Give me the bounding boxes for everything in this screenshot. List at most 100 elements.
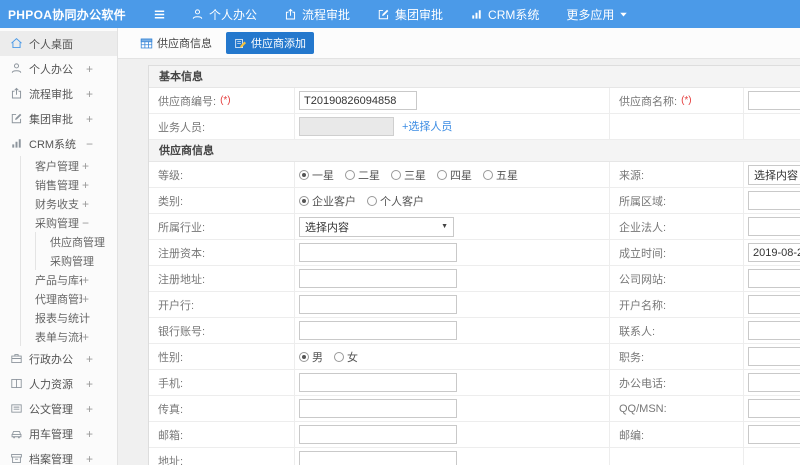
radio-icon[interactable] — [391, 169, 401, 180]
sidebar-item-reports-stats[interactable]: 报表与统计 — [21, 308, 117, 327]
level-option-3[interactable]: 四星 — [437, 167, 472, 183]
region-input[interactable] — [748, 191, 800, 211]
sidebar-item-label: CRM系统 — [29, 138, 77, 151]
expand-plus-icon[interactable]: + — [82, 330, 89, 344]
radio-icon[interactable] — [483, 169, 493, 180]
tab-supplier-info[interactable]: 供应商信息 — [132, 32, 220, 54]
nav-item-personal-office[interactable]: 个人办公 — [191, 6, 257, 23]
supplier-code-input[interactable] — [299, 91, 417, 111]
radio-icon[interactable] — [367, 195, 377, 206]
expand-plus-icon[interactable]: + — [86, 62, 93, 76]
collapse-minus-icon[interactable]: − — [86, 137, 93, 151]
qq-msn-input[interactable] — [748, 399, 800, 419]
company-website-input[interactable] — [748, 269, 800, 289]
fax-input[interactable] — [299, 399, 457, 419]
radio-icon[interactable] — [299, 351, 309, 362]
level-option-0[interactable]: 一星 — [299, 167, 334, 183]
expand-plus-icon[interactable]: + — [82, 197, 89, 211]
address-input[interactable] — [299, 451, 457, 465]
sidebar-item-archive-mgmt[interactable]: 档案管理 + — [0, 446, 117, 465]
hamburger-icon[interactable] — [152, 7, 167, 22]
sidebar-item-admin-office[interactable]: 行政办公 + — [0, 346, 117, 371]
category-field: 企业客户 个人客户 — [299, 193, 424, 209]
nav-item-more-apps[interactable]: 更多应用 — [566, 6, 628, 23]
bank-branch-input[interactable] — [299, 295, 457, 315]
sidebar-item-purchase-mgmt[interactable]: 采购管理 − — [21, 213, 117, 232]
founding-date-field — [748, 243, 800, 263]
sidebar-item-group-approval[interactable]: 集团审批 + — [0, 106, 117, 131]
expand-plus-icon[interactable]: + — [82, 178, 89, 192]
category-option-1[interactable]: 个人客户 — [367, 193, 424, 209]
radio-icon[interactable] — [345, 169, 355, 180]
level-option-1[interactable]: 二星 — [345, 167, 380, 183]
account-name-input[interactable] — [748, 295, 800, 315]
mobile-input[interactable] — [299, 373, 457, 393]
registered-capital-label-cell: 注册资本: — [149, 240, 294, 265]
bank-account-input[interactable] — [299, 321, 457, 341]
sidebar-item-crm-system[interactable]: CRM系统 − — [0, 131, 117, 156]
email-input[interactable] — [299, 425, 457, 445]
sales-person-picker-link[interactable]: +选择人员 — [402, 121, 452, 133]
expand-plus-icon[interactable]: + — [86, 112, 93, 126]
sales-person-input[interactable] — [299, 117, 394, 137]
industry-select[interactable]: 选择内容 ▼ — [299, 216, 454, 237]
sidebar-item-workflow-approval[interactable]: 流程审批 + — [0, 81, 117, 106]
sidebar-item-label: 行政办公 — [29, 353, 73, 366]
gender-option-0[interactable]: 男 — [299, 349, 323, 365]
expand-plus-icon[interactable]: + — [86, 352, 93, 366]
legal-person-cell — [743, 214, 800, 239]
sidebar-item-document-mgmt[interactable]: 公文管理 + — [0, 396, 117, 421]
source-select[interactable]: 选择内容▼ — [748, 164, 800, 185]
level-option-2[interactable]: 三星 — [391, 167, 426, 183]
nav-item-group-approval[interactable]: 集团审批 — [377, 6, 443, 23]
postcode-input[interactable] — [748, 425, 800, 445]
founding-date-input[interactable] — [748, 243, 800, 263]
field-label: 开户名称: — [619, 299, 667, 312]
radio-icon[interactable] — [437, 169, 447, 180]
registered-address-input[interactable] — [299, 269, 457, 289]
gender-option-1[interactable]: 女 — [334, 349, 358, 365]
job-title-input[interactable] — [748, 347, 800, 367]
category-option-0[interactable]: 企业客户 — [299, 193, 356, 209]
sidebar-item-product-inventory[interactable]: 产品与库存+ — [21, 270, 117, 289]
registered-capital-input[interactable] — [299, 243, 457, 263]
expand-plus-icon[interactable]: + — [86, 377, 93, 391]
form-row: 传真: QQ/MSN: — [149, 396, 800, 422]
level-option-4[interactable]: 五星 — [483, 167, 518, 183]
field-label: 银行账号: — [158, 325, 206, 338]
sidebar-item-agent-mgmt[interactable]: 代理商管理+ — [21, 289, 117, 308]
tab-supplier-add[interactable]: 供应商添加 — [226, 32, 314, 54]
supplier-name-input[interactable] — [748, 91, 800, 111]
form-row: 邮箱: 邮编: — [149, 422, 800, 448]
expand-plus-icon[interactable]: + — [86, 402, 93, 416]
expand-plus-icon[interactable]: + — [82, 273, 89, 287]
sidebar-item-form-workflow-settings[interactable]: 表单与流程设置+ — [21, 327, 117, 346]
sidebar-item-finance-mgmt[interactable]: 财务收支 + — [21, 194, 117, 213]
sidebar-item-vehicle-mgmt[interactable]: 用车管理 + — [0, 421, 117, 446]
bank-branch-label-cell: 开户行: — [149, 292, 294, 317]
sidebar-item-sales-mgmt[interactable]: 销售管理 + — [21, 175, 117, 194]
sidebar-item-customer-mgmt[interactable]: 客户管理 + — [21, 156, 117, 175]
sidebar-item-human-resources[interactable]: 人力资源 + — [0, 371, 117, 396]
expand-plus-icon[interactable]: + — [86, 427, 93, 441]
sidebar-item-label: 人力资源 — [29, 378, 73, 391]
office-phone-input[interactable] — [748, 373, 800, 393]
sidebar-item-personal-desktop[interactable]: 个人桌面 — [0, 31, 117, 56]
expand-plus-icon[interactable]: + — [86, 452, 93, 465]
expand-plus-icon[interactable]: + — [82, 159, 89, 173]
radio-icon[interactable] — [299, 195, 309, 206]
sidebar-item-supplier-mgmt[interactable]: 供应商管理 — [36, 232, 117, 251]
expand-plus-icon[interactable]: + — [86, 87, 93, 101]
radio-icon[interactable] — [299, 169, 309, 180]
field-label: 注册资本: — [158, 247, 206, 260]
nav-item-workflow-approval[interactable]: 流程审批 — [284, 6, 350, 23]
nav-item-crm-system[interactable]: CRM系统 — [470, 6, 539, 23]
radio-icon[interactable] — [334, 351, 344, 362]
collapse-minus-icon[interactable]: − — [82, 216, 89, 230]
legal-person-input[interactable] — [748, 217, 800, 237]
contact-person-input[interactable] — [748, 321, 800, 341]
sidebar-item-purchase-mgmt-sub[interactable]: 采购管理 — [36, 251, 117, 270]
expand-plus-icon[interactable]: + — [82, 292, 89, 306]
gender-radio-group: 男女 — [299, 349, 358, 365]
sidebar-item-personal-office[interactable]: 个人办公 + — [0, 56, 117, 81]
